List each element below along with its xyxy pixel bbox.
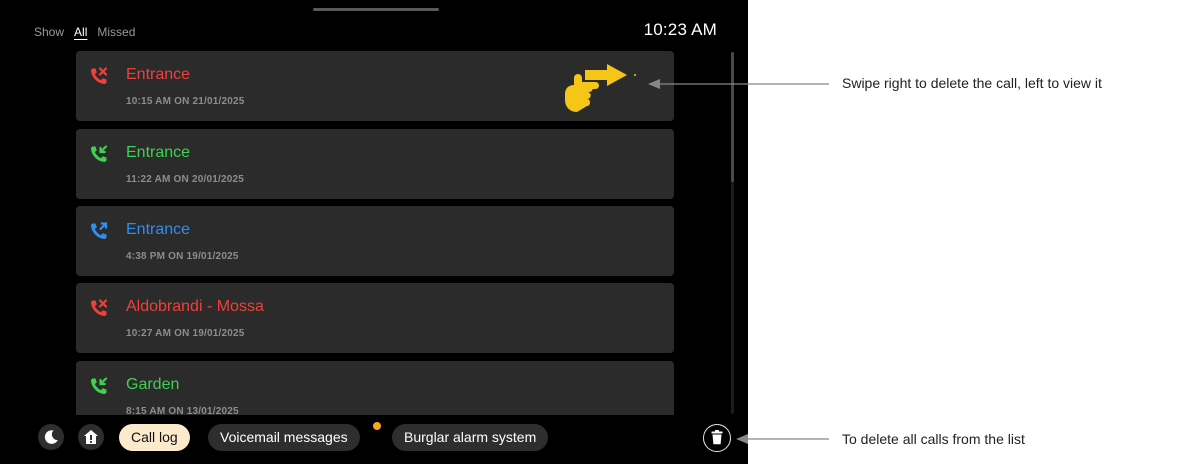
delete-all-annotation: To delete all calls from the list <box>842 431 1025 447</box>
delete-callout-arrowhead <box>736 434 748 444</box>
callout-lines <box>648 79 829 444</box>
swipe-callout-arrowhead <box>648 79 660 89</box>
swipe-annotation: Swipe right to delete the call, left to … <box>842 75 1102 91</box>
